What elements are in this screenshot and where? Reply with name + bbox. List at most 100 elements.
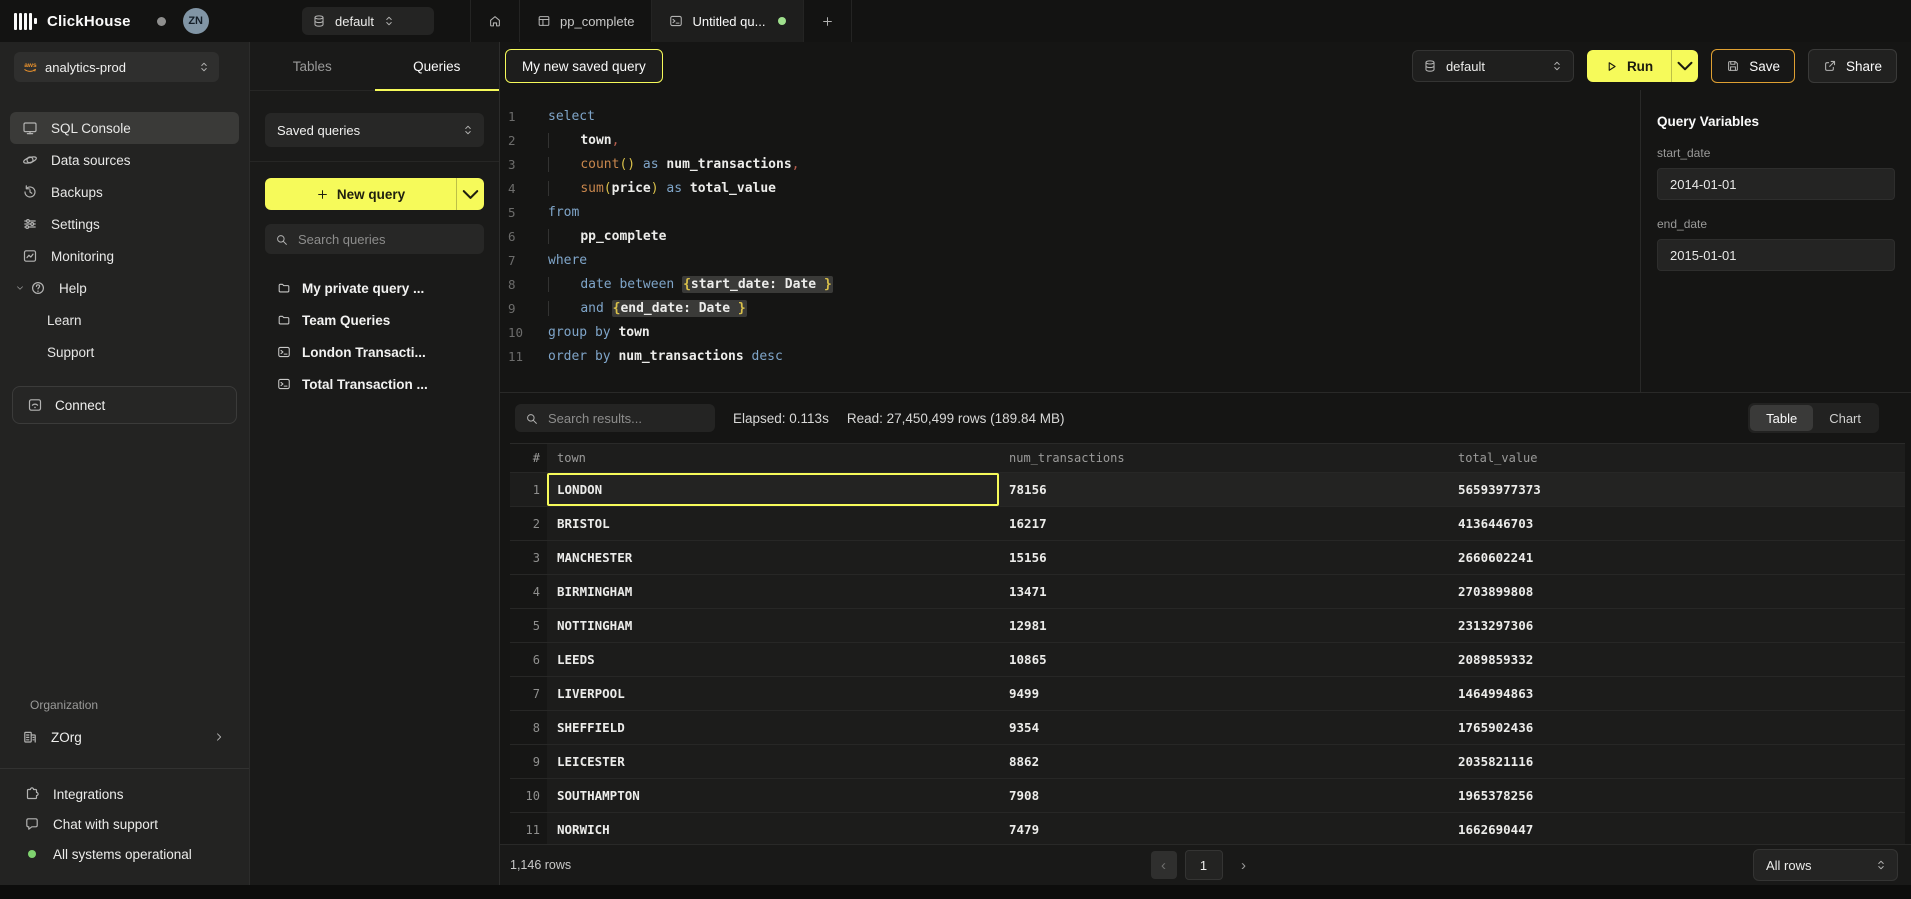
table-cell[interactable]: SHEFFIELD [547, 711, 999, 744]
add-service-button[interactable] [229, 63, 237, 71]
table-row[interactable]: 1LONDON7815656593977373 [510, 473, 1905, 507]
prev-page-button[interactable]: ‹ [1151, 851, 1177, 879]
new-query-button[interactable]: New query [265, 178, 484, 210]
table-cell[interactable]: 8862 [999, 745, 1448, 778]
save-button[interactable]: Save [1711, 49, 1795, 83]
collapse-sidebar-icon[interactable] [280, 0, 288, 42]
more-options-icon[interactable] [1889, 414, 1897, 422]
sidebar-footer-chat-with-support[interactable]: Chat with support [10, 809, 239, 839]
refresh-icon[interactable] [442, 0, 462, 42]
topbar-database-select[interactable]: default [302, 7, 434, 35]
code-line[interactable]: 6 pp_complete [500, 224, 1640, 248]
search-queries-input[interactable] [296, 231, 474, 248]
variable-input-start_date[interactable] [1658, 177, 1894, 192]
topbar-tab-untitled-qu-[interactable]: Untitled qu... [651, 0, 803, 42]
user-avatar[interactable]: ZN [183, 8, 209, 34]
table-cell[interactable]: 56593977373 [1448, 473, 1905, 506]
table-row[interactable]: 7LIVERPOOL94991464994863 [510, 677, 1905, 711]
table-cell[interactable]: 2 [510, 507, 547, 540]
sidebar-item-help[interactable]: Help [10, 272, 239, 304]
table-cell[interactable]: 11 [510, 813, 547, 846]
code-line[interactable]: 4 sum(price) as total_value [500, 176, 1640, 200]
saved-query-tab[interactable]: My new saved query [505, 49, 663, 83]
table-cell[interactable]: 10 [510, 779, 547, 812]
notification-dot-icon[interactable] [157, 17, 166, 26]
code-line[interactable]: 5from [500, 200, 1640, 224]
sidebar-footer-integrations[interactable]: Integrations [10, 779, 239, 809]
table-cell[interactable]: MANCHESTER [547, 541, 999, 574]
table-cell[interactable]: 7 [510, 677, 547, 710]
next-page-button[interactable]: › [1231, 851, 1257, 879]
current-page-button[interactable]: 1 [1185, 850, 1223, 880]
column-header-index[interactable]: # [510, 444, 547, 472]
sidebar-footer-all-systems-operational[interactable]: All systems operational [10, 839, 239, 869]
table-cell[interactable]: NORWICH [547, 813, 999, 846]
table-cell[interactable]: 2703899808 [1448, 575, 1905, 608]
table-row[interactable]: 9LEICESTER88622035821116 [510, 745, 1905, 779]
sql-editor[interactable]: 1select2 town,3 count() as num_transacti… [500, 90, 1640, 392]
view-table-button[interactable]: Table [1750, 405, 1813, 431]
table-cell[interactable]: BIRMINGHAM [547, 575, 999, 608]
table-cell[interactable]: NOTTINGHAM [547, 609, 999, 642]
table-row[interactable]: 4BIRMINGHAM134712703899808 [510, 575, 1905, 609]
saved-queries-filter-select[interactable]: Saved queries [265, 113, 484, 147]
code-line[interactable]: 3 count() as num_transactions, [500, 152, 1640, 176]
table-cell[interactable]: 78156 [999, 473, 1448, 506]
table-row[interactable]: 5NOTTINGHAM129812313297306 [510, 609, 1905, 643]
code-line[interactable]: 2 town, [500, 128, 1640, 152]
table-cell[interactable]: 6 [510, 643, 547, 676]
table-cell[interactable]: 2035821116 [1448, 745, 1905, 778]
table-cell[interactable]: 1464994863 [1448, 677, 1905, 710]
code-line[interactable]: 11order by num_transactions desc [500, 344, 1640, 368]
sidebar-item-data-sources[interactable]: Data sources [10, 144, 239, 176]
saved-query-item[interactable]: London Transacti... [250, 336, 499, 368]
tab-queries[interactable]: Queries [375, 42, 500, 90]
table-cell[interactable]: 2313297306 [1448, 609, 1905, 642]
home-tab[interactable] [470, 0, 519, 42]
new-query-dropdown-button[interactable] [457, 178, 484, 210]
table-cell[interactable]: 2660602241 [1448, 541, 1905, 574]
saved-query-item[interactable]: Team Queries [250, 304, 499, 336]
table-cell[interactable]: 7908 [999, 779, 1448, 812]
column-header-num_transactions[interactable]: num_transactions [999, 444, 1448, 472]
table-cell[interactable]: 1965378256 [1448, 779, 1905, 812]
sidebar-item-monitoring[interactable]: Monitoring [10, 240, 239, 272]
table-cell[interactable]: 12981 [999, 609, 1448, 642]
variable-input-end_date[interactable] [1658, 248, 1894, 263]
table-cell[interactable]: 9354 [999, 711, 1448, 744]
table-cell[interactable]: 4 [510, 575, 547, 608]
saved-query-item[interactable]: My private query ... [250, 272, 499, 304]
column-header-total_value[interactable]: total_value [1448, 444, 1905, 472]
table-row[interactable]: 2BRISTOL162174136446703 [510, 507, 1905, 541]
sidebar-item-backups[interactable]: Backups [10, 176, 239, 208]
table-row[interactable]: 8SHEFFIELD93541765902436 [510, 711, 1905, 745]
table-cell[interactable]: 16217 [999, 507, 1448, 540]
table-row[interactable]: 11NORWICH74791662690447 [510, 813, 1905, 847]
editor-database-select[interactable]: default [1412, 50, 1574, 82]
table-cell[interactable]: 10865 [999, 643, 1448, 676]
table-cell[interactable]: LONDON [547, 473, 999, 506]
table-cell[interactable]: 1662690447 [1448, 813, 1905, 846]
sidebar-item-settings[interactable]: Settings [10, 208, 239, 240]
table-cell[interactable]: 5 [510, 609, 547, 642]
table-cell[interactable]: 15156 [999, 541, 1448, 574]
table-cell[interactable]: 13471 [999, 575, 1448, 608]
workspace-select[interactable]: aws analytics-prod [14, 52, 219, 82]
table-cell[interactable]: SOUTHAMPTON [547, 779, 999, 812]
table-row[interactable]: 6LEEDS108652089859332 [510, 643, 1905, 677]
new-tab-button[interactable] [803, 0, 852, 42]
search-results-input[interactable] [546, 410, 705, 427]
table-cell[interactable]: 1765902436 [1448, 711, 1905, 744]
view-chart-button[interactable]: Chart [1813, 405, 1877, 431]
organization-item[interactable]: ZOrg [10, 722, 239, 752]
code-line[interactable]: 1select [500, 104, 1640, 128]
run-options-button[interactable] [1672, 50, 1698, 82]
saved-query-item[interactable]: Total Transaction ... [250, 368, 499, 400]
sidebar-subitem-support[interactable]: Support [0, 336, 249, 368]
table-cell[interactable]: 8 [510, 711, 547, 744]
code-line[interactable]: 10group by town [500, 320, 1640, 344]
page-size-select[interactable]: All rows [1753, 849, 1898, 881]
code-line[interactable]: 7where [500, 248, 1640, 272]
sidebar-subitem-learn[interactable]: Learn [0, 304, 249, 336]
share-button[interactable]: Share [1808, 49, 1897, 83]
